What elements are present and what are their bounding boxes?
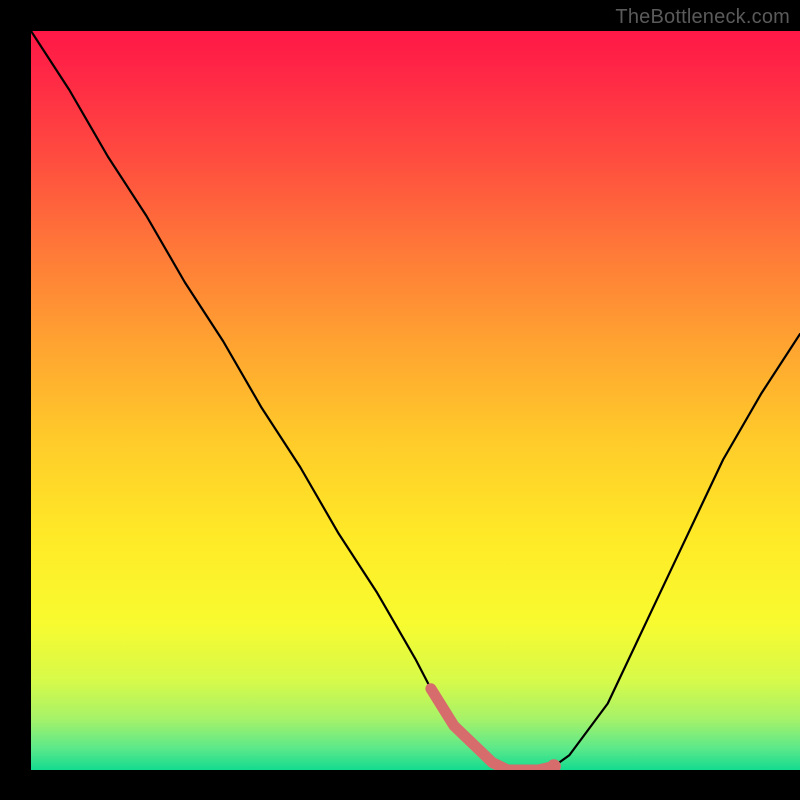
watermark-text: TheBottleneck.com — [615, 6, 790, 29]
chart-container: TheBottleneck.com — [0, 0, 800, 800]
highlight-marker — [547, 759, 561, 773]
bottleneck-chart — [0, 0, 800, 800]
